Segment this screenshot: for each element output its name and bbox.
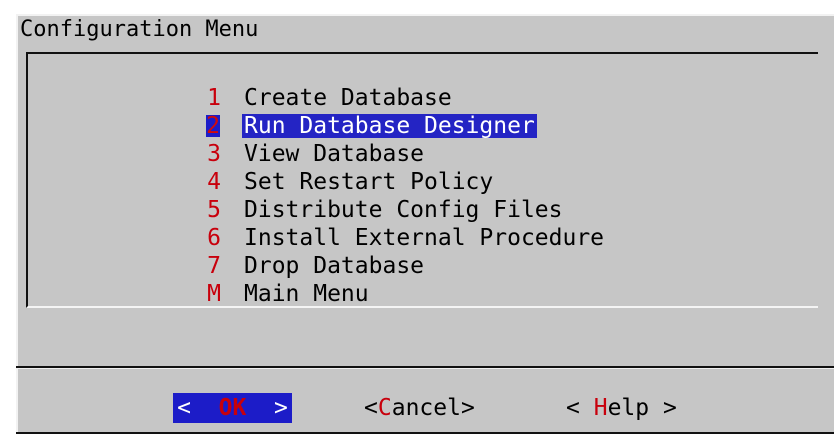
menu-item-label: Main Menu [244, 281, 369, 307]
ok-button-suffix: > [246, 395, 288, 421]
dialog-bottom-border [16, 432, 834, 434]
ok-button-hotkey: OK [218, 395, 247, 421]
terminal-screen: Configuration Menu 1 Create Database 2 R… [0, 0, 834, 437]
cancel-button-suffix: ancel> [391, 395, 475, 421]
ok-button-prefix: < [177, 395, 219, 421]
menu-item-label: Create Database [244, 85, 452, 111]
menu-item-label: Install External Procedure [244, 225, 605, 251]
help-button[interactable]: < Help > [566, 393, 677, 423]
menu-item-label: Drop Database [244, 253, 425, 279]
dialog-title: Configuration Menu [20, 17, 259, 42]
button-bar-divider-highlight [16, 368, 834, 369]
menu-item-key: 2 [206, 113, 220, 139]
menu-item-label: Run Database Designer [242, 113, 537, 139]
menu-item-key: 1 [207, 85, 221, 111]
menu-item-key: M [207, 281, 221, 307]
menu-item-label: Set Restart Policy [244, 169, 494, 195]
menu-item-key: 5 [207, 197, 221, 223]
menu-item-key: 3 [207, 141, 221, 167]
help-button-hotkey: H [593, 395, 608, 421]
cancel-button-hotkey: C [377, 395, 392, 421]
menu-item-label: Distribute Config Files [244, 197, 563, 223]
menu-item-label: View Database [244, 141, 425, 167]
help-button-suffix: elp > [607, 395, 677, 421]
menu-item-key: 7 [207, 253, 221, 279]
help-button-prefix: < [566, 395, 594, 421]
menu-item-key: 6 [207, 225, 221, 251]
menu-list: 1 Create Database 2 Run Database Designe… [26, 52, 818, 308]
ok-button[interactable]: < OK > [173, 393, 292, 423]
menu-item-key: 4 [207, 169, 221, 195]
cancel-button[interactable]: <Cancel> [364, 393, 475, 423]
cancel-button-prefix: < [364, 395, 378, 421]
